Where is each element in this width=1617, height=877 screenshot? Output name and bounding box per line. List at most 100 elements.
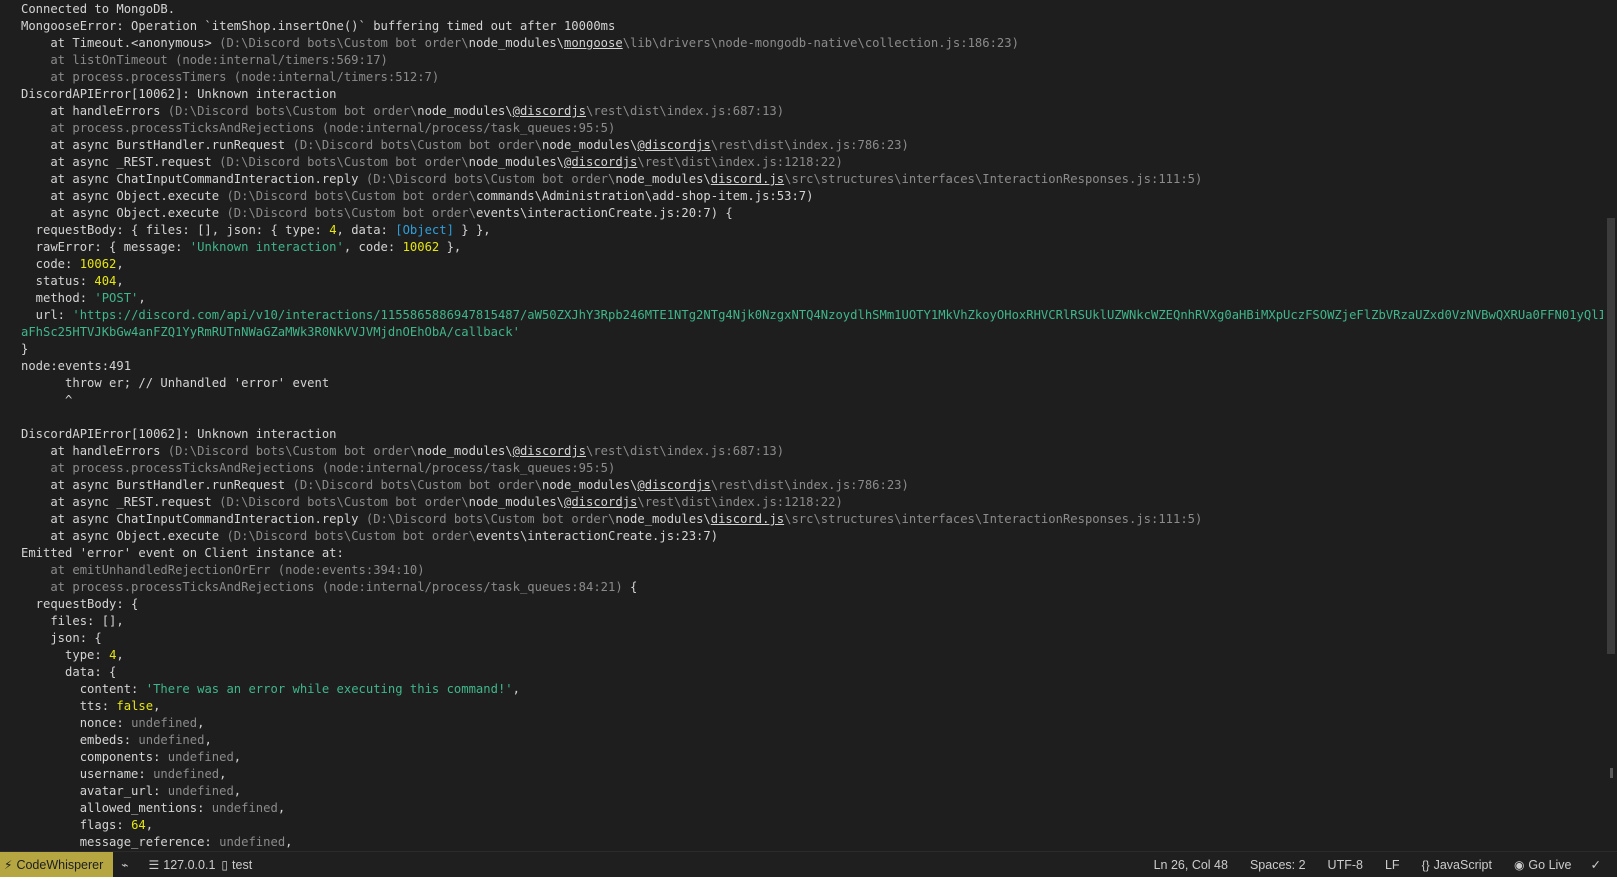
terminal-text: at async Object.execute: [21, 189, 227, 203]
terminal-text: ,: [116, 274, 124, 288]
terminal-line: at async ChatInputCommandInteraction.rep…: [21, 171, 1603, 188]
terminal-text: }: [21, 342, 29, 356]
terminal-text: Emitted 'error' event on Client instance…: [21, 546, 344, 560]
terminal-text: embeds:: [21, 733, 139, 747]
terminal-text: status:: [21, 274, 95, 288]
terminal-line: at process.processTimers (node:internal/…: [21, 69, 1603, 86]
terminal-text: undefined: [167, 784, 234, 798]
terminal-text: @discordjs: [564, 155, 638, 169]
status-bar: ⚡︎ CodeWhisperer ⌁ ☰ 127.0.0.1 ▯ test Ln…: [0, 851, 1617, 877]
terminal-line: code: 10062,: [21, 256, 1603, 273]
braces-icon: {}: [1421, 857, 1430, 872]
terminal-text: 404: [94, 274, 117, 288]
terminal-text: @discordjs: [512, 104, 586, 118]
terminal-text: throw er; // Unhandled 'error' event: [21, 376, 330, 390]
terminal-text: node_modules\: [417, 444, 513, 458]
terminal-text: ,: [219, 767, 227, 781]
terminal-text: 'POST': [94, 291, 139, 305]
terminal-text: content:: [21, 682, 146, 696]
terminal-output[interactable]: Connected to MongoDB. MongooseError: Oper…: [0, 0, 1603, 851]
terminal-line: requestBody: {: [21, 596, 1603, 613]
go-live-button[interactable]: ◉ Go Live: [1503, 852, 1583, 877]
terminal-text: \rest\dist\index.js:786:23): [710, 138, 909, 152]
terminal-scrollbar[interactable]: [1603, 0, 1617, 851]
terminal-line: at listOnTimeout (node:internal/timers:5…: [21, 52, 1603, 69]
terminal-text: at async BurstHandler.runRequest: [21, 478, 293, 492]
terminal-line: throw er; // Unhandled 'error' event: [21, 375, 1603, 392]
terminal-line: at process.processTicksAndRejections (no…: [21, 579, 1603, 596]
codewhisperer-label: CodeWhisperer: [16, 857, 104, 872]
terminal-text: DiscordAPIError[10062]: Unknown interact…: [21, 427, 337, 441]
terminal-line: at emitUnhandledRejectionOrErr (node:eve…: [21, 562, 1603, 579]
terminal-text: ,: [116, 257, 124, 271]
terminal-text: node_modules\: [468, 495, 564, 509]
db-name: test: [232, 857, 253, 872]
terminal-text: node_modules\: [615, 172, 711, 186]
terminal-text: nonce:: [21, 716, 132, 730]
terminal-text: 'Unknown interaction': [189, 240, 344, 254]
terminal-line: ^: [21, 392, 1603, 409]
eol-setting[interactable]: LF: [1374, 852, 1411, 877]
terminal-text: at Timeout.<anonymous>: [21, 36, 220, 50]
terminal-text: data: {: [21, 665, 117, 679]
terminal-line: message_reference: undefined,: [21, 834, 1603, 851]
terminal-text: \src\structures\interfaces\InteractionRe…: [784, 172, 1203, 186]
terminal-text: (D:\Discord bots\Custom bot order\: [219, 495, 469, 509]
terminal-text: ,: [285, 835, 293, 849]
terminal-text: (D:\Discord bots\Custom bot order\: [226, 206, 476, 220]
terminal-text: ,: [145, 818, 154, 832]
terminal-text: at handleErrors: [21, 444, 168, 458]
terminal-text: files: [],: [21, 614, 124, 628]
terminal-text: ,: [233, 784, 242, 798]
terminal-line: files: [],: [21, 613, 1603, 630]
cursor-position[interactable]: Ln 26, Col 48: [1143, 852, 1239, 877]
terminal-text: at async _REST.request: [21, 155, 220, 169]
terminal-text: at async _REST.request: [21, 495, 220, 509]
language-mode[interactable]: {} JavaScript: [1411, 852, 1503, 877]
terminal-text: node_modules\: [541, 138, 638, 152]
terminal-line: DiscordAPIError[10062]: Unknown interact…: [21, 426, 1603, 443]
terminal-text: undefined: [131, 716, 198, 730]
terminal-line: at async BurstHandler.runRequest (D:\Dis…: [21, 137, 1603, 154]
terminal-line: url: 'https://discord.com/api/v10/intera…: [21, 307, 1603, 324]
terminal-text: events\interactionCreate.js:20:7) {: [475, 206, 733, 220]
indentation-setting[interactable]: Spaces: 2: [1239, 852, 1317, 877]
terminal-text: } },: [453, 223, 491, 237]
terminal-text: \rest\dist\index.js:1218:22): [637, 495, 843, 509]
terminal-text: discord.js: [710, 512, 785, 526]
terminal-text: ,: [233, 750, 242, 764]
terminal-text: ^: [21, 393, 73, 407]
terminal-text: , data:: [336, 223, 396, 237]
terminal-line: embeds: undefined,: [21, 732, 1603, 749]
terminal-text: ,: [138, 291, 146, 305]
database-connection[interactable]: ☰ 127.0.0.1 ▯ test: [141, 852, 261, 877]
terminal-text: \rest\dist\index.js:1218:22): [637, 155, 843, 169]
terminal-line: tts: false,: [21, 698, 1603, 715]
language-label: JavaScript: [1433, 857, 1492, 872]
encoding-setting[interactable]: UTF-8: [1317, 852, 1374, 877]
terminal-text: mongoose: [564, 36, 623, 50]
codewhisperer-status[interactable]: ⚡︎ CodeWhisperer: [0, 852, 114, 877]
check-icon: ✓: [1590, 858, 1601, 872]
terminal-text: undefined: [211, 801, 278, 815]
plug-status[interactable]: ⌁: [113, 852, 140, 877]
terminal-text: (D:\Discord bots\Custom bot order\: [167, 444, 418, 458]
terminal-text: events\interactionCreate.js:23:7): [475, 529, 719, 543]
scroll-thumb[interactable]: [1607, 218, 1615, 654]
terminal-line: DiscordAPIError[10062]: Unknown interact…: [21, 86, 1603, 103]
terminal-text: at async Object.execute: [21, 529, 227, 543]
db-host: 127.0.0.1: [163, 857, 216, 872]
terminal-line: data: {: [21, 664, 1603, 681]
terminal-text: },: [439, 240, 462, 254]
terminal-line: requestBody: { files: [], json: { type: …: [21, 222, 1603, 239]
terminal-line: aFhSc25HTVJKbGw4anFZQ1YyRmRUTnNWaGZaMWk3…: [21, 324, 1603, 341]
terminal-line: at async _REST.request (D:\Discord bots\…: [21, 154, 1603, 171]
terminal-text: undefined: [219, 835, 286, 849]
terminal-text: \rest\dist\index.js:687:13): [586, 444, 785, 458]
terminal-line: MongooseError: Operation `itemShop.inser…: [21, 18, 1603, 35]
notifications-button[interactable]: ✓: [1583, 852, 1617, 877]
terminal-text: type:: [21, 648, 110, 662]
terminal-text: at handleErrors: [21, 104, 168, 118]
terminal-text: at emitUnhandledRejectionOrErr (node:eve…: [21, 563, 425, 577]
